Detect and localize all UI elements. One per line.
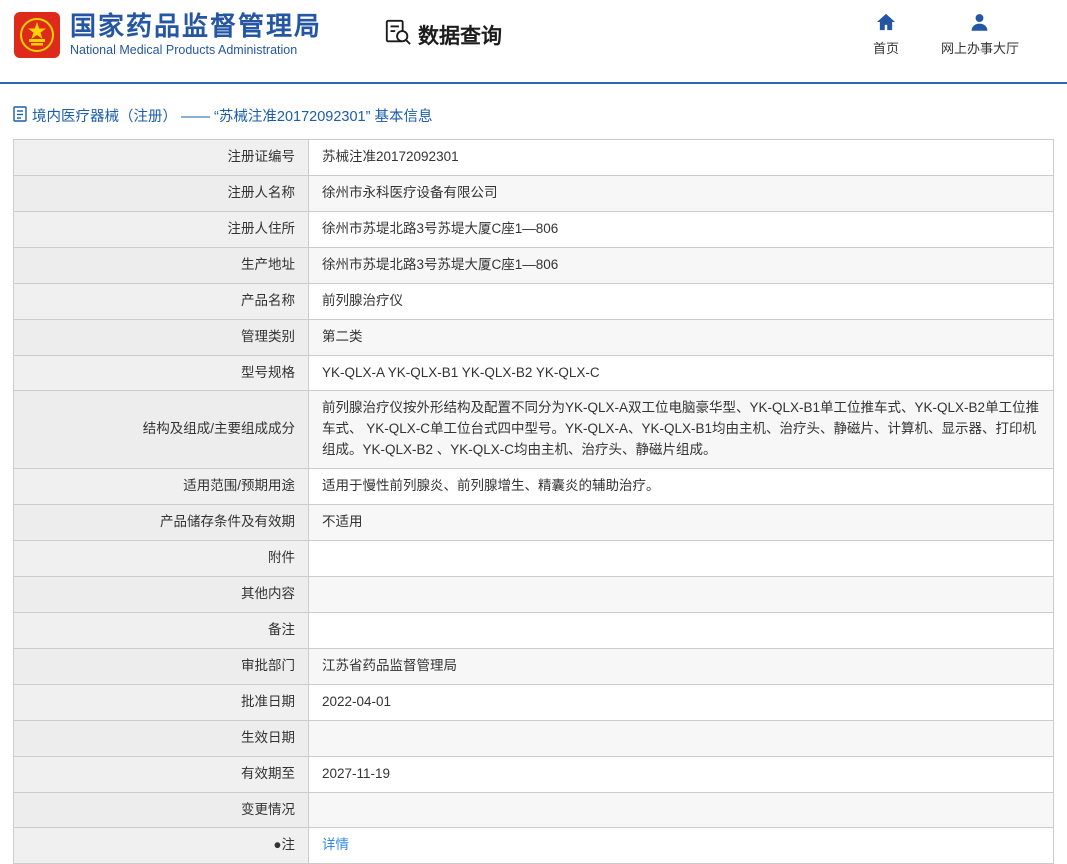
row-value: 详情 xyxy=(308,827,1054,864)
home-icon xyxy=(876,13,896,34)
table-row: 备注 xyxy=(13,611,1054,649)
table-row: 产品名称 前列腺治疗仪 xyxy=(13,282,1054,320)
table-row: 变更情况 xyxy=(13,791,1054,829)
row-value: 徐州市苏堤北路3号苏堤大厦C座1—806 xyxy=(308,210,1054,248)
row-value: 徐州市永科医疗设备有限公司 xyxy=(308,174,1054,212)
row-label: 注册人住所 xyxy=(13,210,309,248)
row-value: 适用于慢性前列腺炎、前列腺增生、精囊炎的辅助治疗。 xyxy=(308,468,1054,506)
row-value: YK-QLX-A YK-QLX-B1 YK-QLX-B2 YK-QLX-C xyxy=(308,354,1054,392)
row-label: 有效期至 xyxy=(13,755,309,793)
row-value: 2022-04-01 xyxy=(308,683,1054,721)
row-label: 生效日期 xyxy=(13,719,309,757)
info-table: 注册证编号 苏械注准20172092301 注册人名称 徐州市永科医疗设备有限公司 注册… xyxy=(13,139,1054,864)
row-value xyxy=(308,791,1054,829)
data-query-label: 数据查询 xyxy=(418,24,503,48)
row-value: 第二类 xyxy=(308,318,1054,356)
table-row: 生产地址 徐州市苏堤北路3号苏堤大厦C座1—806 xyxy=(13,246,1054,284)
org-name-cn: 国家药品监督管理局 xyxy=(70,11,323,42)
table-row: 附件 xyxy=(13,540,1054,577)
breadcrumb-text: 境内医疗器械（注册） —— “苏械注准20172092301” 基本信息 xyxy=(32,109,433,125)
detail-link[interactable]: 详情 xyxy=(322,837,349,852)
row-label: 结构及组成/主要组成成分 xyxy=(13,390,309,470)
row-value: 苏械注准20172092301 xyxy=(308,139,1054,176)
data-query-icon xyxy=(384,18,412,52)
nav-service-hall[interactable]: 网上办事大厅 xyxy=(941,13,1019,57)
row-value xyxy=(308,719,1054,757)
table-row: 有效期至 2027-11-19 xyxy=(13,755,1054,793)
row-label: 附件 xyxy=(13,540,309,577)
row-label: 产品名称 xyxy=(13,282,309,320)
row-value xyxy=(308,540,1054,577)
page: 国家药品监督管理局 National Medical Products Admi… xyxy=(0,0,1067,864)
nmpa-emblem-icon xyxy=(14,11,60,58)
table-row: 注册人住所 徐州市苏堤北路3号苏堤大厦C座1—806 xyxy=(13,210,1054,248)
table-row: 管理类别 第二类 xyxy=(13,318,1054,356)
site-header: 国家药品监督管理局 National Medical Products Admi… xyxy=(0,0,1067,66)
table-row: 型号规格 YK-QLX-A YK-QLX-B1 YK-QLX-B2 YK-QLX-… xyxy=(13,354,1054,392)
row-value xyxy=(308,575,1054,613)
brand[interactable]: 国家药品监督管理局 National Medical Products Admi… xyxy=(14,11,322,58)
row-value: 江苏省药品监督管理局 xyxy=(308,647,1054,685)
row-label: 产品储存条件及有效期 xyxy=(13,504,309,542)
nav-home-label: 首页 xyxy=(872,40,899,56)
table-row: 适用范围/预期用途 适用于慢性前列腺炎、前列腺增生、精囊炎的辅助治疗。 xyxy=(13,468,1054,506)
table-row: 注册证编号 苏械注准20172092301 xyxy=(13,139,1054,176)
table-row: 产品储存条件及有效期 不适用 xyxy=(13,504,1054,542)
row-value: 前列腺治疗仪 xyxy=(308,282,1054,320)
row-value: 徐州市苏堤北路3号苏堤大厦C座1—806 xyxy=(308,246,1054,284)
table-row: 批准日期 2022-04-01 xyxy=(13,683,1054,721)
person-icon xyxy=(970,13,989,34)
row-label: 型号规格 xyxy=(13,354,309,392)
nav-service-hall-label: 网上办事大厅 xyxy=(940,40,1019,56)
table-row: ●注 详情 xyxy=(13,827,1054,864)
row-label: 适用范围/预期用途 xyxy=(13,468,309,506)
breadcrumb: 境内医疗器械（注册） —— “苏械注准20172092301” 基本信息 xyxy=(13,105,1067,126)
row-label: 生产地址 xyxy=(13,246,309,284)
table-row: 审批部门 江苏省药品监督管理局 xyxy=(13,647,1054,685)
row-value: 2027-11-19 xyxy=(308,755,1054,793)
row-value: 不适用 xyxy=(308,504,1054,542)
row-value xyxy=(308,611,1054,649)
row-label: 管理类别 xyxy=(13,318,309,356)
row-label: 注册证编号 xyxy=(13,139,309,176)
row-label: 其他内容 xyxy=(13,575,309,613)
top-nav: 首页 网上办事大厅 xyxy=(873,13,1019,57)
row-value: 前列腺治疗仪按外形结构及配置不同分为YK-QLX-A双工位电脑豪华型、YK-QL… xyxy=(308,390,1054,470)
nav-home[interactable]: 首页 xyxy=(873,13,899,57)
row-label: 变更情况 xyxy=(13,791,309,829)
row-label: 批准日期 xyxy=(13,683,309,721)
table-row: 其他内容 xyxy=(13,575,1054,613)
row-label: 备注 xyxy=(13,611,309,649)
row-label: 审批部门 xyxy=(13,647,309,685)
table-row: 结构及组成/主要组成成分 前列腺治疗仪按外形结构及配置不同分为YK-QLX-A双工… xyxy=(13,390,1054,470)
table-row: 生效日期 xyxy=(13,719,1054,757)
data-query-title: 数据查询 xyxy=(384,18,502,52)
header-divider xyxy=(0,82,1067,84)
org-name-en: National Medical Products Administration xyxy=(70,42,298,57)
table-row: 注册人名称 徐州市永科医疗设备有限公司 xyxy=(13,174,1054,212)
row-label: 注册人名称 xyxy=(13,174,309,212)
row-label: ●注 xyxy=(13,827,309,864)
brand-text: 国家药品监督管理局 National Medical Products Admi… xyxy=(70,12,322,57)
document-icon xyxy=(13,105,27,126)
